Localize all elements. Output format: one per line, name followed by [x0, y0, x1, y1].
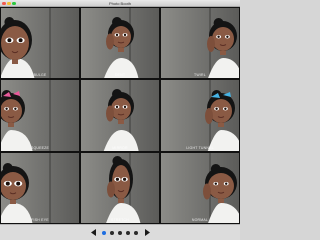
effect-label: FISH EYE — [31, 218, 49, 222]
page-dot-2[interactable] — [110, 230, 114, 235]
effects-grid: BULGE DENT TWIRL SQUEEZE MIRROR LIGHT TUNNEL F… — [0, 7, 240, 224]
window-title: Photo Booth — [108, 1, 132, 6]
page-dots — [102, 230, 138, 235]
chevron-left-icon — [90, 229, 96, 236]
page-dot-5[interactable] — [134, 230, 138, 235]
effect-label: DENT — [114, 73, 126, 77]
effect-label: NORMAL — [191, 218, 209, 222]
effect-preview-dent[interactable]: DENT — [80, 7, 160, 79]
effect-photo — [161, 8, 239, 78]
page-dot-1[interactable] — [102, 230, 106, 235]
effect-preview-stretch[interactable]: STRETCH — [80, 152, 160, 224]
effect-label: STRETCH — [111, 218, 129, 222]
effect-photo — [161, 80, 239, 151]
effect-label: BULGE — [33, 73, 47, 77]
effect-photo — [1, 8, 79, 78]
effect-preview-squeeze[interactable]: SQUEEZE — [0, 79, 80, 152]
effect-photo — [161, 153, 239, 223]
effect-label: LIGHT TUNNEL — [186, 146, 214, 150]
effect-photo — [81, 80, 159, 151]
previous-page-button[interactable] — [90, 229, 96, 237]
page-dot-4[interactable] — [126, 230, 130, 235]
effect-label: SQUEEZE — [30, 146, 50, 150]
chevron-right-icon — [144, 229, 150, 236]
effect-preview-fish-eye[interactable]: FISH EYE — [0, 152, 80, 224]
effect-label: TWIRL — [194, 73, 206, 77]
effect-photo — [1, 80, 79, 151]
next-page-button[interactable] — [144, 229, 150, 237]
effects-pager — [0, 224, 240, 240]
effect-preview-light-tunnel[interactable]: LIGHT TUNNEL — [160, 79, 240, 152]
effect-preview-mirror[interactable]: MIRROR — [80, 79, 160, 152]
effect-preview-twirl[interactable]: TWIRL — [160, 7, 240, 79]
effect-preview-bulge[interactable]: BULGE — [0, 7, 80, 79]
title-bar: Photo Booth — [0, 0, 240, 7]
effect-photo — [81, 153, 159, 223]
effect-photo — [1, 153, 79, 223]
page-dot-3[interactable] — [118, 230, 122, 235]
effect-preview-normal[interactable]: NORMAL — [160, 152, 240, 224]
effect-label: MIRROR — [112, 146, 128, 150]
effect-photo — [81, 8, 159, 78]
